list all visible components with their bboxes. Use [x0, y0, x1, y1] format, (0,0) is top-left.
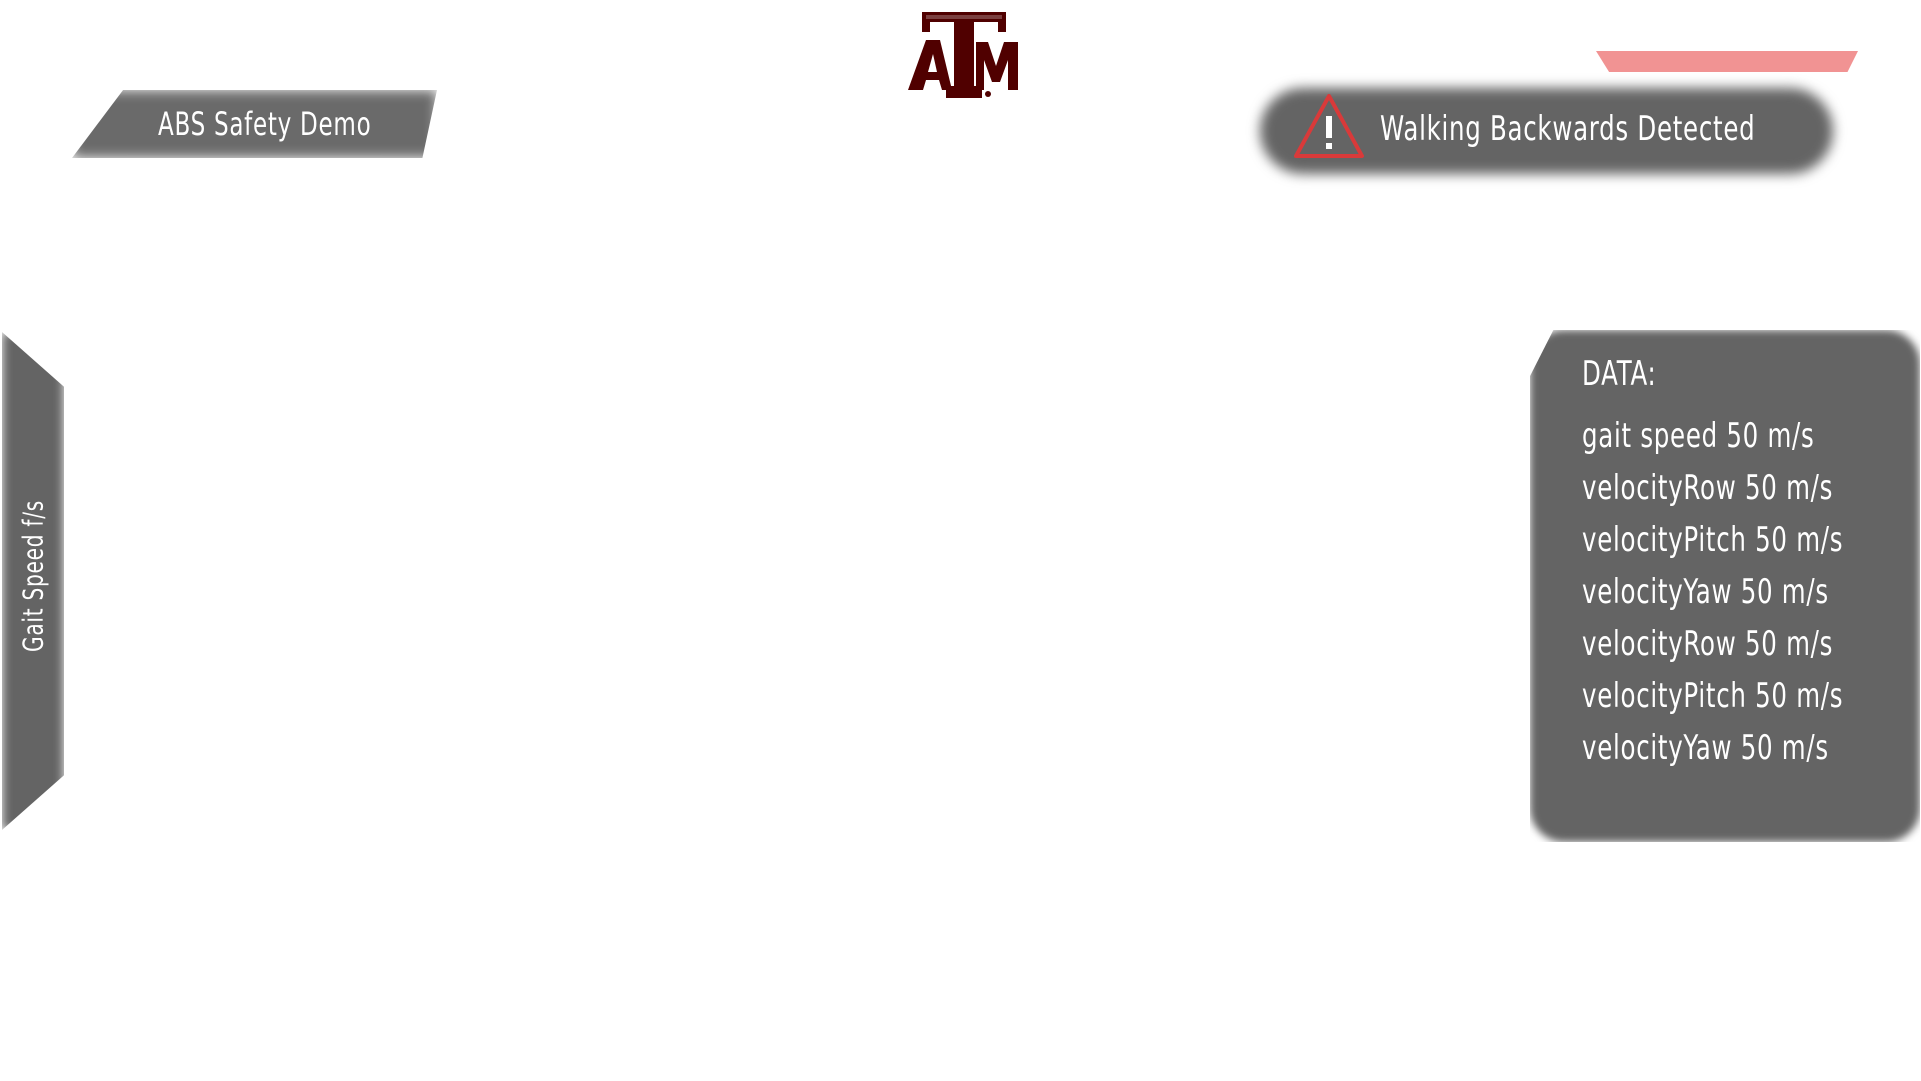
- alert-banner: Walking Backwards Detected: [1260, 88, 1833, 174]
- university-logo: [908, 10, 1020, 102]
- data-item-velocity-row-2: velocityRow 50 m/s: [1582, 624, 1834, 664]
- gait-speed-label: Gait Speed f/s: [16, 500, 50, 652]
- data-item-velocity-pitch-2: velocityPitch 50 m/s: [1582, 676, 1844, 716]
- warning-triangle-icon: [1294, 94, 1364, 158]
- atm-logo-icon: [908, 12, 1018, 98]
- data-panel-title: DATA:: [1582, 354, 1657, 394]
- alert-indicator-bar: [1596, 51, 1858, 72]
- data-item-velocity-yaw: velocityYaw 50 m/s: [1582, 572, 1829, 612]
- data-item-velocity-yaw-2: velocityYaw 50 m/s: [1582, 728, 1829, 768]
- data-item-gait-speed: gait speed 50 m/s: [1582, 416, 1815, 456]
- data-list: gait speed 50 m/s velocityRow 50 m/s vel…: [1582, 414, 1921, 778]
- app-title: ABS Safety Demo: [158, 105, 372, 143]
- data-item-velocity-pitch: velocityPitch 50 m/s: [1582, 520, 1844, 560]
- gait-speed-tab: Gait Speed f/s: [2, 332, 64, 830]
- data-panel: DATA: gait speed 50 m/s velocityRow 50 m…: [1530, 330, 1920, 842]
- alert-message: Walking Backwards Detected: [1380, 109, 1756, 149]
- data-item-velocity-row: velocityRow 50 m/s: [1582, 468, 1834, 508]
- title-plate: ABS Safety Demo: [72, 90, 437, 158]
